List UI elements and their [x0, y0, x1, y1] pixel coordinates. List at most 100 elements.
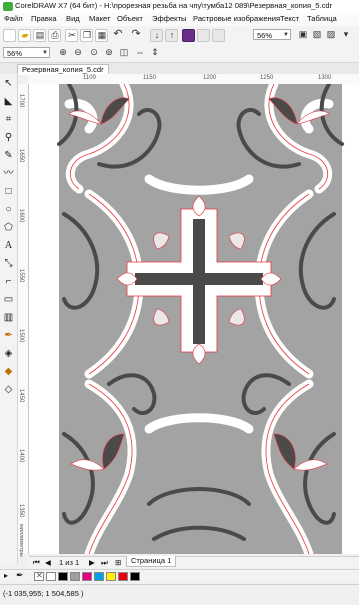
h-ruler-label: 1200	[203, 75, 217, 81]
redo-icon[interactable]: ↷	[130, 29, 142, 40]
vertical-ruler[interactable]: 1700 1650 1600 1550 1500 1450 1400 1350 …	[18, 84, 29, 557]
window-title: CorelDRAW X7 (64 бит) - H:\прорезная рез…	[15, 1, 333, 10]
zoom-dropdown[interactable]: 56% ▼	[3, 47, 50, 58]
drawing-canvas[interactable]	[29, 84, 359, 554]
color-palette: ▸ ✒ ✕	[0, 569, 359, 582]
standard-toolbar: ▰ ▤ ⎙ ✂ ❐ ▦ ↶ ↷ ↓ ↑ 56% ▼ ▣ ▧ ▨ ▾	[0, 26, 359, 45]
ellipse-tool-icon[interactable]: ○	[2, 203, 15, 216]
publish-pdf-icon[interactable]	[182, 29, 195, 42]
color-swatch[interactable]	[82, 572, 92, 581]
open-folder-icon[interactable]: ▰	[18, 29, 31, 42]
page-tab[interactable]: Страница 1	[126, 556, 177, 567]
ornament-drawing[interactable]	[29, 84, 359, 554]
zoom-height-icon[interactable]: ⇕	[149, 47, 161, 58]
transparency-tool-icon[interactable]: ▥	[2, 311, 15, 324]
rectangle-tool-icon[interactable]: □	[2, 185, 15, 198]
eyedropper-icon[interactable]: ✒	[16, 570, 24, 581]
v-ruler-label: 1350	[18, 504, 24, 518]
options-icon[interactable]: ▾	[340, 29, 352, 40]
color-swatch[interactable]	[94, 572, 104, 581]
menu-file[interactable]: Файл	[4, 14, 23, 23]
print-icon[interactable]: ⎙	[48, 29, 61, 42]
v-ruler-label: 1500	[18, 329, 24, 343]
coreldraw-logo-icon	[3, 2, 13, 11]
drop-shadow-icon[interactable]: ▭	[2, 293, 15, 306]
menu-bitmaps[interactable]: Растровые изображения	[193, 14, 280, 23]
new-document-icon[interactable]	[3, 29, 16, 42]
shape-tool-icon[interactable]: ◣	[2, 95, 15, 108]
page-counter: 1 из 1	[59, 558, 80, 567]
zoom-levels-dropdown[interactable]: 56% ▼	[253, 29, 291, 40]
zoom-value: 56%	[7, 49, 23, 58]
zoom-levels-value: 56%	[257, 31, 273, 40]
zoom-page-icon[interactable]: ◫	[118, 47, 130, 58]
h-ruler-label: 1250	[260, 75, 274, 81]
connector-tool-icon[interactable]: ⌐	[2, 275, 15, 288]
page-navigator: ⏮ ◀ 1 из 1 ▶ ⏭ ⊞	[29, 556, 359, 568]
title-bar: CorelDRAW X7 (64 бит) - H:\прорезная рез…	[0, 0, 359, 14]
zoom-out-icon[interactable]: ⊖	[72, 47, 84, 58]
undo-icon[interactable]: ↶	[112, 29, 124, 40]
menu-layout[interactable]: Макет	[89, 14, 111, 23]
welcome-screen-icon[interactable]	[212, 29, 225, 42]
no-color-swatch[interactable]: ✕	[34, 571, 44, 581]
menu-object[interactable]: Объект	[117, 14, 143, 23]
menu-effects[interactable]: Эффекты	[152, 14, 187, 23]
export-icon[interactable]: ↑	[165, 29, 178, 42]
menu-table[interactable]: Таблица	[307, 14, 337, 23]
zoom-width-icon[interactable]: ⇔	[134, 47, 146, 58]
zoom-selected-icon[interactable]: ⊙	[88, 47, 100, 58]
full-screen-icon[interactable]: ▣	[297, 29, 309, 40]
pick-tool-icon[interactable]: ↖	[2, 77, 15, 90]
color-swatch[interactable]	[58, 572, 68, 581]
smart-fill-icon[interactable]: ◆	[2, 365, 15, 378]
v-ruler-label: 1600	[18, 209, 24, 223]
crop-tool-icon[interactable]: ⌗	[2, 113, 15, 126]
last-page-icon[interactable]: ⏭	[101, 558, 108, 568]
launcher-icon[interactable]	[197, 29, 210, 42]
menu-bar: Файл Правка Вид Макет Объект Эффекты Рас…	[0, 13, 359, 27]
freehand-tool-icon[interactable]: ✎	[2, 149, 15, 162]
h-ruler-label: 1150	[143, 75, 156, 81]
zoom-tool-icon[interactable]: ⚲	[2, 131, 15, 144]
polygon-tool-icon[interactable]: ⬠	[2, 221, 15, 234]
toolbox: ↖ ◣ ⌗ ⚲ ✎ 〰 □ ○ ⬠ A ⤡ ⌐ ▭ ▥ ✒ ◈ ◆ ◇	[0, 74, 18, 564]
color-swatch[interactable]	[70, 572, 80, 581]
ruler-units-label: миллиметры	[18, 524, 24, 557]
zoom-in-icon[interactable]: ⊕	[57, 47, 69, 58]
v-ruler-label: 1700	[18, 94, 24, 108]
color-swatch[interactable]	[130, 572, 140, 581]
paste-icon[interactable]: ▦	[95, 29, 108, 42]
import-icon[interactable]: ↓	[150, 29, 163, 42]
v-ruler-label: 1400	[18, 449, 24, 463]
v-ruler-label: 1450	[18, 389, 24, 403]
color-swatch[interactable]	[46, 572, 56, 581]
h-ruler-label: 1300	[318, 75, 332, 81]
next-page-icon[interactable]: ▶	[89, 558, 95, 567]
v-ruler-label: 1550	[18, 269, 24, 283]
snap-to-icon[interactable]: ▨	[325, 29, 337, 40]
outline-pen-icon[interactable]: ◇	[2, 383, 15, 396]
previous-page-icon[interactable]: ◀	[45, 558, 51, 567]
menu-edit[interactable]: Правка	[31, 14, 57, 23]
add-page-icon[interactable]: ⊞	[115, 558, 121, 567]
menu-view[interactable]: Вид	[66, 14, 80, 23]
palette-menu-icon[interactable]: ▸	[4, 571, 8, 580]
interactive-fill-icon[interactable]: ◈	[2, 347, 15, 360]
status-bar: (-1 035,955; 1 504,585 )	[0, 584, 359, 605]
save-icon[interactable]: ▤	[33, 29, 46, 42]
property-bar: 56% ▼ ⊕ ⊖ ⊙ ⊚ ◫ ⇔ ⇕	[0, 44, 359, 63]
cut-icon[interactable]: ✂	[65, 29, 78, 42]
first-page-icon[interactable]: ⏮	[33, 558, 40, 568]
text-tool-icon[interactable]: A	[2, 239, 15, 252]
menu-text[interactable]: Текст	[280, 14, 299, 23]
show-rulers-icon[interactable]: ▧	[311, 29, 323, 40]
artistic-media-icon[interactable]: 〰	[2, 167, 15, 180]
copy-icon[interactable]: ❐	[80, 29, 93, 42]
color-eyedropper-icon[interactable]: ✒	[2, 329, 15, 342]
color-swatch[interactable]	[118, 572, 128, 581]
v-ruler-label: 1650	[18, 149, 24, 163]
zoom-all-objects-icon[interactable]: ⊚	[103, 47, 115, 58]
color-swatch[interactable]	[106, 572, 116, 581]
parallel-dimension-icon[interactable]: ⤡	[2, 257, 15, 270]
